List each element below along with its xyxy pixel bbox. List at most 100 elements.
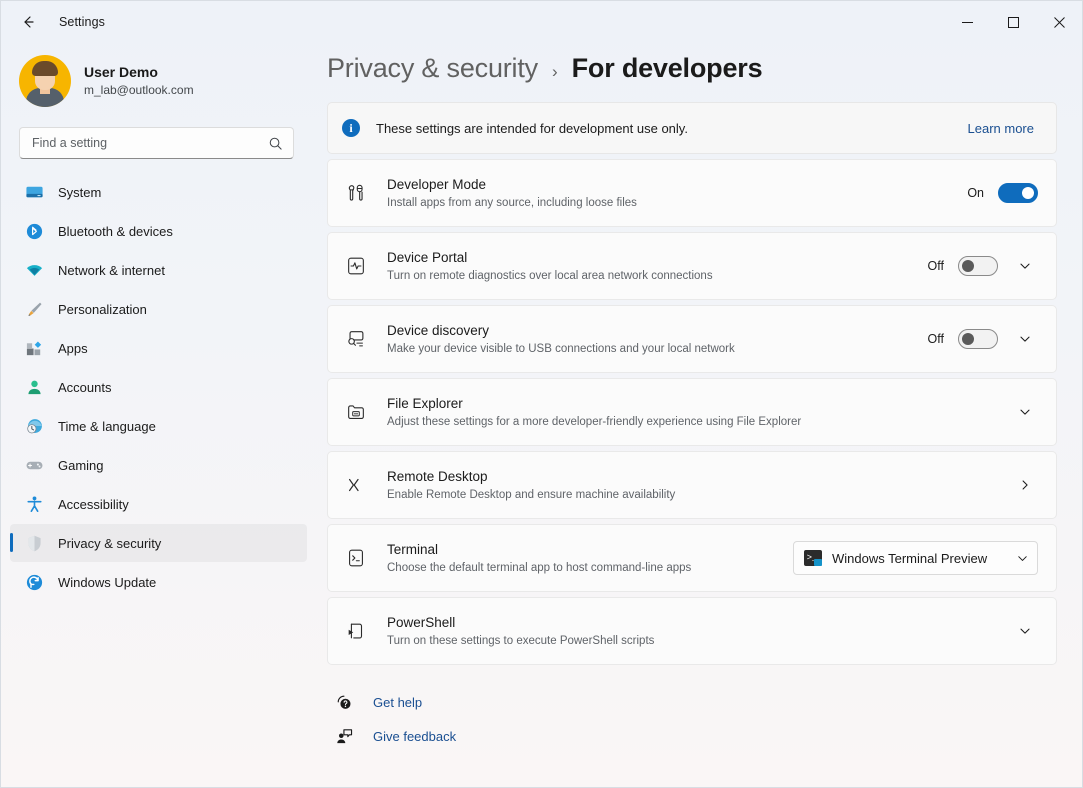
sidebar-item-personalization[interactable]: Personalization	[10, 290, 307, 328]
setting-subtitle: Make your device visible to USB connecti…	[387, 341, 924, 358]
sidebar-item-label: Network & internet	[58, 263, 165, 278]
chevron-down-icon[interactable]	[1012, 253, 1038, 279]
sidebar-item-gaming[interactable]: Gaming	[10, 446, 307, 484]
window-controls	[944, 1, 1082, 43]
back-button[interactable]	[11, 7, 45, 37]
setting-row-terminal[interactable]: Terminal Choose the default terminal app…	[327, 524, 1057, 592]
gamepad-icon	[24, 455, 44, 475]
terminal-icon	[343, 545, 369, 571]
terminal-app-dropdown[interactable]: >_ Windows Terminal Preview	[793, 541, 1038, 575]
setting-subtitle: Turn on remote diagnostics over local ar…	[387, 268, 924, 285]
avatar	[19, 55, 71, 107]
setting-subtitle: Choose the default terminal app to host …	[387, 560, 793, 577]
account-name: User Demo	[84, 63, 194, 81]
settings-list: i These settings are intended for develo…	[327, 102, 1057, 665]
wrench-screwdriver-icon	[343, 180, 369, 206]
close-button[interactable]	[1036, 1, 1082, 43]
clock-globe-icon	[24, 416, 44, 436]
sidebar-item-label: Accessibility	[58, 497, 129, 512]
device-portal-toggle[interactable]	[958, 256, 998, 276]
sidebar-item-system[interactable]: System	[10, 173, 307, 211]
breadcrumb-parent[interactable]: Privacy & security	[327, 53, 538, 84]
get-help-link[interactable]: Get help	[333, 691, 1058, 713]
feedback-person-icon	[333, 725, 355, 747]
account-email: m_lab@outlook.com	[84, 82, 194, 99]
setting-row-device-portal[interactable]: Device Portal Turn on remote diagnostics…	[327, 232, 1057, 300]
setting-title: File Explorer	[387, 394, 1012, 413]
sidebar-item-privacy-security[interactable]: Privacy & security	[10, 524, 307, 562]
give-feedback-link[interactable]: Give feedback	[333, 725, 1058, 747]
folder-icon	[343, 399, 369, 425]
monitor-icon	[24, 182, 44, 202]
sidebar-item-label: System	[58, 185, 101, 200]
person-icon	[24, 377, 44, 397]
info-banner: i These settings are intended for develo…	[327, 102, 1057, 154]
sidebar-item-time-language[interactable]: Time & language	[10, 407, 307, 445]
windows-terminal-app-icon: >_	[804, 550, 822, 566]
sidebar-item-bluetooth-devices[interactable]: Bluetooth & devices	[10, 212, 307, 250]
device-discovery-toggle[interactable]	[958, 329, 998, 349]
sidebar: User Demo m_lab@outlook.com	[1, 43, 321, 787]
sidebar-item-accounts[interactable]: Accounts	[10, 368, 307, 406]
search-input[interactable]	[32, 136, 268, 150]
window-body: User Demo m_lab@outlook.com	[1, 43, 1082, 787]
setting-title: PowerShell	[387, 613, 1012, 632]
chevron-down-icon[interactable]	[1012, 618, 1038, 644]
minimize-button[interactable]	[944, 1, 990, 43]
apps-icon	[24, 338, 44, 358]
update-refresh-icon	[24, 572, 44, 592]
device-search-icon	[343, 326, 369, 352]
breadcrumb-separator: ›	[552, 62, 558, 82]
maximize-button[interactable]	[990, 1, 1036, 43]
setting-row-file-explorer[interactable]: File Explorer Adjust these settings for …	[327, 378, 1057, 446]
pulse-monitor-icon	[343, 253, 369, 279]
toggle-state-label: On	[964, 186, 984, 200]
help-question-icon	[333, 691, 355, 713]
sidebar-item-network-internet[interactable]: Network & internet	[10, 251, 307, 289]
footer-link-label: Give feedback	[373, 729, 456, 744]
accessibility-icon	[24, 494, 44, 514]
search-box[interactable]	[19, 127, 294, 159]
sidebar-item-label: Windows Update	[58, 575, 156, 590]
main-content: Privacy & security › For developers i Th…	[321, 43, 1082, 787]
setting-row-powershell[interactable]: PowerShell Turn on these settings to exe…	[327, 597, 1057, 665]
sidebar-item-accessibility[interactable]: Accessibility	[10, 485, 307, 523]
toggle-state-label: Off	[924, 259, 944, 273]
setting-subtitle: Adjust these settings for a more develop…	[387, 414, 1012, 431]
setting-title: Remote Desktop	[387, 467, 1012, 486]
paintbrush-icon	[24, 299, 44, 319]
setting-row-remote-desktop[interactable]: Remote Desktop Enable Remote Desktop and…	[327, 451, 1057, 519]
shield-icon	[24, 533, 44, 553]
footer-links: Get help Give feedback	[327, 691, 1058, 747]
sidebar-item-label: Privacy & security	[58, 536, 161, 551]
learn-more-link[interactable]: Learn more	[968, 121, 1034, 136]
sidebar-item-label: Time & language	[58, 419, 156, 434]
account-block[interactable]: User Demo m_lab@outlook.com	[1, 43, 307, 121]
window-title: Settings	[59, 15, 105, 29]
setting-subtitle: Install apps from any source, including …	[387, 195, 964, 212]
sidebar-item-label: Personalization	[58, 302, 147, 317]
sidebar-item-label: Apps	[58, 341, 88, 356]
info-banner-text: These settings are intended for developm…	[376, 121, 688, 136]
setting-row-device-discovery[interactable]: Device discovery Make your device visibl…	[327, 305, 1057, 373]
sidebar-item-label: Accounts	[58, 380, 111, 395]
setting-subtitle: Enable Remote Desktop and ensure machine…	[387, 487, 1012, 504]
chevron-down-icon[interactable]	[1012, 326, 1038, 352]
toggle-state-label: Off	[924, 332, 944, 346]
search-icon	[268, 136, 283, 151]
breadcrumb: Privacy & security › For developers	[327, 43, 1058, 102]
setting-title: Device discovery	[387, 321, 924, 340]
info-icon: i	[342, 119, 360, 137]
sidebar-item-windows-update[interactable]: Windows Update	[10, 563, 307, 601]
developer-mode-toggle[interactable]	[998, 183, 1038, 203]
terminal-app-value: Windows Terminal Preview	[832, 551, 1006, 566]
title-bar: Settings	[1, 1, 1082, 43]
sidebar-item-apps[interactable]: Apps	[10, 329, 307, 367]
setting-subtitle: Turn on these settings to execute PowerS…	[387, 633, 1012, 650]
chevron-right-icon[interactable]	[1012, 472, 1038, 498]
sidebar-nav: System Bluetooth & devices	[1, 173, 307, 601]
remote-desktop-icon	[343, 472, 369, 498]
setting-row-developer-mode[interactable]: Developer Mode Install apps from any sou…	[327, 159, 1057, 227]
chevron-down-icon[interactable]	[1012, 399, 1038, 425]
setting-title: Device Portal	[387, 248, 924, 267]
